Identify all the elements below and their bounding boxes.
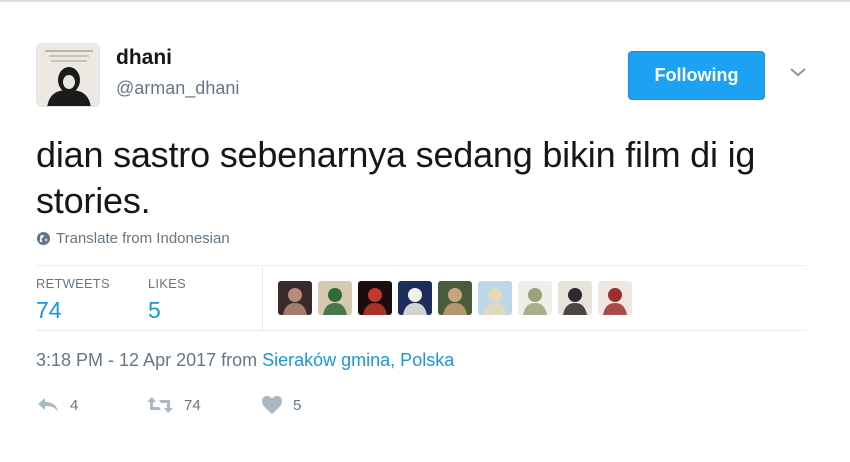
stats-divider-bottom — [36, 330, 806, 331]
retweets-count: 74 — [36, 297, 62, 323]
heart-icon — [262, 396, 282, 414]
stats-vertical-divider — [262, 266, 263, 330]
avatar-image — [37, 44, 99, 106]
user-handle[interactable]: @arman_dhani — [116, 78, 239, 99]
retweet-icon — [147, 397, 173, 413]
retweets-stat[interactable]: RETWEETS 74 — [36, 276, 110, 324]
likes-label: LIKES — [148, 276, 186, 291]
translate-label: Translate from Indonesian — [56, 230, 230, 247]
more-options-chevron-icon[interactable] — [787, 64, 809, 80]
tweet-text: dian sastro sebenarnya sedang bikin film… — [36, 134, 756, 221]
retweet-count: 74 — [184, 396, 201, 414]
globe-icon — [36, 231, 51, 246]
stats-divider-top — [36, 265, 806, 266]
liker-avatar[interactable] — [478, 281, 512, 315]
liker-avatar[interactable] — [398, 281, 432, 315]
reply-icon — [38, 398, 58, 412]
likes-stat[interactable]: LIKES 5 — [148, 276, 186, 324]
retweets-label: RETWEETS — [36, 276, 110, 291]
top-border — [0, 0, 850, 2]
retweet-button[interactable]: 74 — [146, 396, 261, 414]
avatar[interactable] — [36, 43, 100, 107]
liker-avatar[interactable] — [358, 281, 392, 315]
liker-avatar[interactable] — [278, 281, 312, 315]
reply-button[interactable]: 4 — [36, 396, 146, 414]
liker-avatar[interactable] — [558, 281, 592, 315]
liker-avatar[interactable] — [518, 281, 552, 315]
display-name[interactable]: dhani — [116, 46, 172, 70]
likes-count: 5 — [148, 297, 161, 323]
following-button[interactable]: Following — [628, 51, 765, 100]
tweet-location-link[interactable]: Sieraków gmina, Polska — [262, 350, 454, 370]
translate-link[interactable]: Translate from Indonesian — [36, 230, 230, 247]
tweet-actions: 4 74 5 — [36, 395, 361, 415]
like-count: 5 — [293, 396, 302, 414]
liker-avatar[interactable] — [318, 281, 352, 315]
tweet-timestamp[interactable]: 3:18 PM - 12 Apr 2017 from — [36, 350, 262, 370]
like-button[interactable]: 5 — [261, 395, 361, 415]
liker-avatar[interactable] — [438, 281, 472, 315]
tweet-metadata: 3:18 PM - 12 Apr 2017 from Sieraków gmin… — [36, 350, 454, 371]
reply-count: 4 — [70, 396, 79, 414]
liker-avatar[interactable] — [598, 281, 632, 315]
liker-avatars — [278, 281, 638, 315]
